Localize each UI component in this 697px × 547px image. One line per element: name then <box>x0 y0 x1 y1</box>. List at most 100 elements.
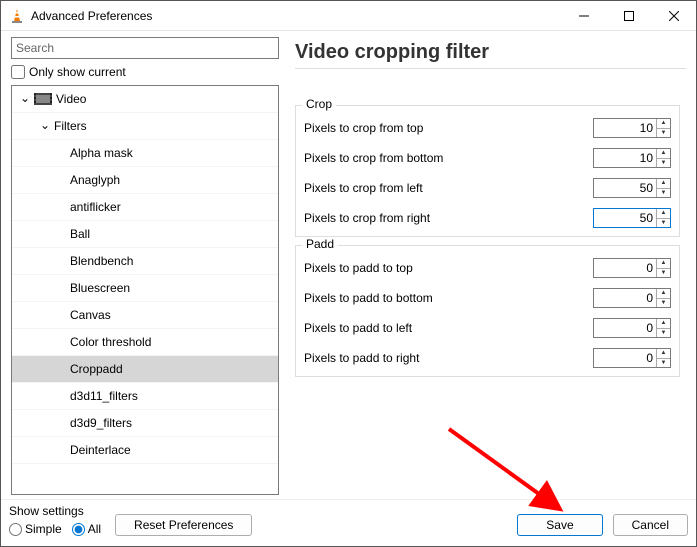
stepper-up-icon[interactable]: ▲ <box>657 119 670 129</box>
tree-item-label: Deinterlace <box>70 443 131 457</box>
tree-item[interactable]: Bluescreen <box>12 275 278 302</box>
number-input[interactable] <box>594 259 656 277</box>
close-button[interactable] <box>651 1 696 30</box>
settings-panel: CropPixels to crop from top▲▼Pixels to c… <box>295 85 686 495</box>
field-label: Pixels to padd to bottom <box>304 291 593 305</box>
number-spinbox[interactable]: ▲▼ <box>593 318 671 338</box>
stepper-up-icon[interactable]: ▲ <box>657 179 670 189</box>
tree-item-label: Alpha mask <box>70 146 133 160</box>
stepper-down-icon[interactable]: ▼ <box>657 189 670 198</box>
field-label: Pixels to crop from left <box>304 181 593 195</box>
number-spinbox[interactable]: ▲▼ <box>593 258 671 278</box>
radio-simple-input[interactable] <box>9 523 22 536</box>
stepper-down-icon[interactable]: ▼ <box>657 299 670 308</box>
field-label: Pixels to padd to top <box>304 261 593 275</box>
show-settings-label: Show settings <box>9 504 101 518</box>
tree-node-label: Video <box>56 92 86 106</box>
preferences-window: Advanced Preferences Only show current V… <box>0 0 697 547</box>
stepper-up-icon[interactable]: ▲ <box>657 319 670 329</box>
tree-item-label: antiflicker <box>70 200 121 214</box>
stepper-up-icon[interactable]: ▲ <box>657 209 670 219</box>
stepper-up-icon[interactable]: ▲ <box>657 149 670 159</box>
tree-node-label: Filters <box>54 119 87 133</box>
group-legend: Crop <box>302 97 336 111</box>
number-input[interactable] <box>594 209 656 227</box>
stepper-down-icon[interactable]: ▼ <box>657 129 670 138</box>
chevron-down-icon: ⌄ <box>38 118 52 132</box>
tree-item[interactable]: Color threshold <box>12 329 278 356</box>
maximize-button[interactable] <box>606 1 651 30</box>
field-label: Pixels to crop from bottom <box>304 151 593 165</box>
stepper-down-icon[interactable]: ▼ <box>657 219 670 228</box>
stepper-down-icon[interactable]: ▼ <box>657 159 670 168</box>
field-row: Pixels to padd to bottom▲▼ <box>304 288 671 308</box>
tree-item[interactable]: antiflicker <box>12 194 278 221</box>
number-input[interactable] <box>594 119 656 137</box>
field-label: Pixels to crop from right <box>304 211 593 225</box>
tree-item-label: Anaglyph <box>70 173 120 187</box>
tree-item[interactable]: d3d11_filters <box>12 383 278 410</box>
padd-group: PaddPixels to padd to top▲▼Pixels to pad… <box>295 245 680 377</box>
tree-item[interactable]: Canvas <box>12 302 278 329</box>
field-row: Pixels to crop from bottom▲▼ <box>304 148 671 168</box>
field-label: Pixels to padd to left <box>304 321 593 335</box>
field-row: Pixels to padd to top▲▼ <box>304 258 671 278</box>
stepper-up-icon[interactable]: ▲ <box>657 289 670 299</box>
number-spinbox[interactable]: ▲▼ <box>593 118 671 138</box>
number-spinbox[interactable]: ▲▼ <box>593 148 671 168</box>
field-row: Pixels to crop from top▲▼ <box>304 118 671 138</box>
cancel-button[interactable]: Cancel <box>613 514 688 536</box>
only-show-current-checkbox[interactable] <box>11 65 25 79</box>
tree-item[interactable]: Ball <box>12 221 278 248</box>
tree-item[interactable]: Deinterlace <box>12 437 278 464</box>
field-label: Pixels to padd to right <box>304 351 593 365</box>
field-row: Pixels to padd to right▲▼ <box>304 348 671 368</box>
number-input[interactable] <box>594 319 656 337</box>
number-input[interactable] <box>594 349 656 367</box>
group-legend: Padd <box>302 237 338 251</box>
number-input[interactable] <box>594 149 656 167</box>
number-spinbox[interactable]: ▲▼ <box>593 288 671 308</box>
stepper-down-icon[interactable]: ▼ <box>657 359 670 368</box>
content-area: Only show current Video cropping filter … <box>1 31 696 499</box>
save-button[interactable]: Save <box>517 514 602 536</box>
tree-node-video[interactable]: ⌄ Video <box>12 86 278 113</box>
only-show-current-label[interactable]: Only show current <box>29 65 126 79</box>
stepper-up-icon[interactable]: ▲ <box>657 259 670 269</box>
tree-item[interactable]: Blendbench <box>12 248 278 275</box>
radio-simple[interactable]: Simple <box>9 522 62 536</box>
tree-item[interactable]: Anaglyph <box>12 167 278 194</box>
radio-all[interactable]: All <box>72 522 101 536</box>
number-spinbox[interactable]: ▲▼ <box>593 178 671 198</box>
number-input[interactable] <box>594 289 656 307</box>
video-icon <box>34 92 52 106</box>
tree-node-filters[interactable]: ⌄ Filters <box>12 113 278 140</box>
tree-item-label: Ball <box>70 227 90 241</box>
search-input[interactable] <box>11 37 279 59</box>
number-spinbox[interactable]: ▲▼ <box>593 348 671 368</box>
stepper-down-icon[interactable]: ▼ <box>657 329 670 338</box>
tree-item-label: d3d9_filters <box>70 416 132 430</box>
tree-item[interactable]: Croppadd <box>12 356 278 383</box>
minimize-button[interactable] <box>561 1 606 30</box>
stepper-down-icon[interactable]: ▼ <box>657 269 670 278</box>
field-row: Pixels to crop from left▲▼ <box>304 178 671 198</box>
tree-item-label: d3d11_filters <box>70 389 138 403</box>
tree-item-label: Blendbench <box>70 254 133 268</box>
category-tree[interactable]: ⌄ Video ⌄ Filters Alpha mas <box>11 85 279 495</box>
number-spinbox[interactable]: ▲▼ <box>593 208 671 228</box>
chevron-down-icon: ⌄ <box>18 91 32 105</box>
tree-item-label: Bluescreen <box>70 281 130 295</box>
reset-preferences-button[interactable]: Reset Preferences <box>115 514 252 536</box>
field-label: Pixels to crop from top <box>304 121 593 135</box>
number-input[interactable] <box>594 179 656 197</box>
panel-title: Video cropping filter <box>295 37 686 69</box>
vlc-cone-icon <box>9 8 25 24</box>
tree-item[interactable]: Alpha mask <box>12 140 278 167</box>
footer: Show settings Simple All Reset Preferenc… <box>1 499 696 546</box>
tree-item[interactable]: d3d9_filters <box>12 410 278 437</box>
title-bar: Advanced Preferences <box>1 1 696 31</box>
radio-all-input[interactable] <box>72 523 85 536</box>
stepper-up-icon[interactable]: ▲ <box>657 349 670 359</box>
field-row: Pixels to crop from right▲▼ <box>304 208 671 228</box>
